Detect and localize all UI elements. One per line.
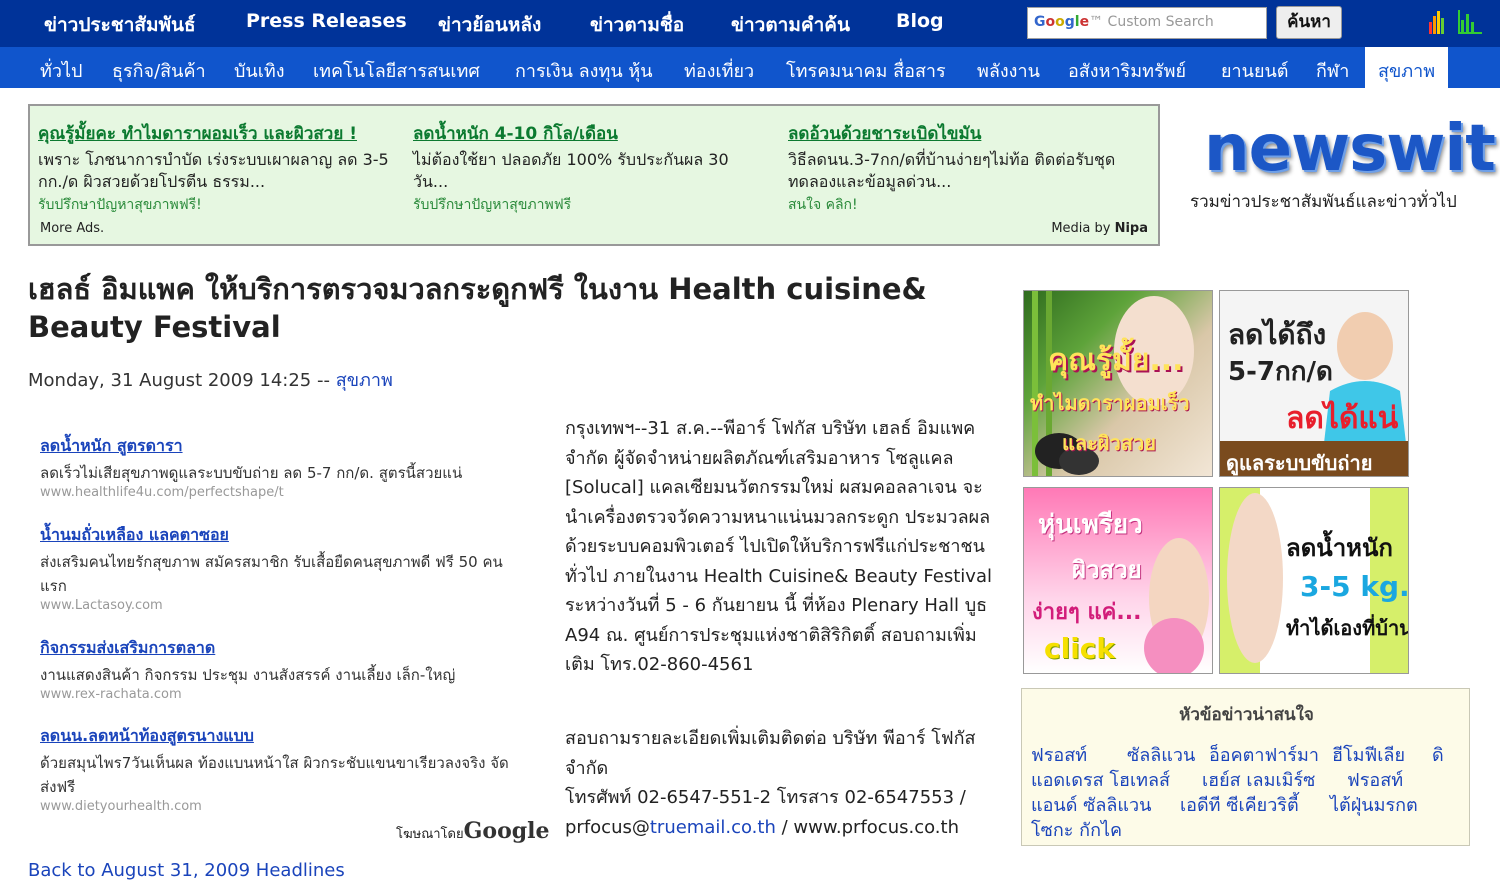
topic-link[interactable]: โซกะ กักไค xyxy=(1031,815,1122,844)
ad-item[interactable]: ลดน้ำหนัก 4-10 กิโล/เดือน ไม่ต้องใช้ยา ป… xyxy=(413,120,768,216)
ad-item[interactable]: คุณรู้มั้ยคะ ทำไมดาราผอมเร็ว และผิวสวย !… xyxy=(38,120,393,216)
text-ad-url[interactable]: www.dietyourhealth.com xyxy=(40,799,525,814)
article-category-link[interactable]: สุขภาพ xyxy=(336,370,393,391)
search-input[interactable]: Google™ Custom Search xyxy=(1027,7,1267,39)
site-tagline: รวมข่าวประชาสัมพันธ์และข่าวทั่วไป xyxy=(1190,192,1457,212)
ad-description: เพราะ โภชนาการบำบัด เร่งระบบเผาผลาญ ลด 3… xyxy=(38,150,389,191)
text-ad-description: งานแสดงสินค้า กิจกรรม ประชุม งานสังสรรค์… xyxy=(40,666,456,684)
text-ad-description: ลดเร็วไม่เสียสุขภาพดูแลระบบขับถ่าย ลด 5-… xyxy=(40,464,463,482)
banner-ad[interactable]: หุ่นเพรียว ผิวสวย ง่ายๆ แค่... click xyxy=(1023,487,1213,674)
cat-item-travel[interactable]: ท่องเที่ยว xyxy=(684,56,754,85)
text-ad-title[interactable]: น้ำนมถั่วเหลือง แลคตาซอย xyxy=(40,523,525,548)
text-ad-url[interactable]: www.healthlife4u.com/perfectshape/t xyxy=(40,485,525,500)
cat-item-health[interactable]: สุขภาพ xyxy=(1365,47,1449,88)
cat-item-entertainment[interactable]: บันเทิง xyxy=(234,56,285,85)
ad-title[interactable]: ลดอ้วนด้วยชาระเบิดไขมัน xyxy=(788,120,1143,147)
topnav-item-archive[interactable]: ข่าวย้อนหลัง xyxy=(438,10,541,40)
article-headline: เฮลธ์ อิมแพค ให้บริการตรวจมวลกระดูกฟรี ใ… xyxy=(28,272,927,344)
topnav-item-pr[interactable]: ข่าวประชาสัมพันธ์ xyxy=(44,10,196,40)
ad-subline: รับปรึกษาปัญหาสุขภาพฟรี! xyxy=(38,197,202,213)
banner-ad[interactable]: ลดน้ำหนัก 3-5 kg. ทำได้เองที่บ้าน xyxy=(1219,487,1409,674)
cat-item-finance[interactable]: การเงิน ลงทุน หุ้น xyxy=(515,56,653,85)
more-ads-link[interactable]: More Ads. xyxy=(40,221,104,236)
topnav-item-by-name[interactable]: ข่าวตามชื่อ xyxy=(590,10,684,40)
sponsored-ads-box: คุณรู้มั้ยคะ ทำไมดาราผอมเร็ว และผิวสวย !… xyxy=(28,104,1160,246)
cat-item-realestate[interactable]: อสังหาริมทรัพย์ xyxy=(1068,56,1186,85)
article-paragraph: กรุงเทพฯ--31 ส.ค.--พีอาร์ โฟกัส บริษัท เ… xyxy=(565,418,992,675)
article-dateline: Monday, 31 August 2009 14:25 -- สุขภาพ xyxy=(28,370,393,391)
ad-title[interactable]: ลดน้ำหนัก 4-10 กิโล/เดือน xyxy=(413,120,768,147)
topic-link[interactable]: ดิ xyxy=(1432,740,1444,769)
back-to-headlines-link[interactable]: Back to August 31, 2009 Headlines xyxy=(28,860,345,881)
interesting-topics-box: หัวข้อข่าวน่าสนใจ ฟรอสท์ ซัลลิแวน อ็อคตา… xyxy=(1021,688,1470,846)
ad-item[interactable]: ลดอ้วนด้วยชาระเบิดไขมัน วิธีลดนน.3-7กก/ด… xyxy=(788,120,1143,216)
ads-by-google[interactable]: โฆษณาโดยGoogle xyxy=(396,818,549,844)
text-ad-title[interactable]: ลดนน.ลดหน้าท้องสูตรนางแบบ xyxy=(40,724,525,749)
category-nav: ทั่วไป ธุรกิจ/สินค้า บันเทิง เทคโนโลยีสา… xyxy=(0,47,1500,88)
cat-item-general[interactable]: ทั่วไป xyxy=(40,56,82,85)
site-logo[interactable]: newswit xyxy=(1204,112,1496,186)
ad-title[interactable]: คุณรู้มั้ยคะ ทำไมดาราผอมเร็ว และผิวสวย ! xyxy=(38,120,393,147)
cat-item-business[interactable]: ธุรกิจ/สินค้า xyxy=(112,56,206,85)
article-contact: สอบถามรายละเอียดเพิ่มเติมติดต่อ บริษัท พ… xyxy=(565,724,995,842)
topnav-item-by-keyword[interactable]: ข่าวตามคำค้น xyxy=(731,10,850,40)
bar-chart-icon[interactable] xyxy=(1428,8,1484,34)
topnav-item-press-releases[interactable]: Press Releases xyxy=(246,10,407,32)
banner-ad[interactable]: คุณรู้มั้ย... ทำไมดาราผอมเร็ว และผิวสวย xyxy=(1023,290,1213,477)
banner-ad[interactable]: ลดได้ถึง 5-7กก/ด ลดได้แน่ ดูแลระบบขับถ่า… xyxy=(1219,290,1409,477)
cat-item-energy[interactable]: พลังงาน xyxy=(977,56,1040,85)
text-ad-description: ส่งเสริมคนไทยรักสุขภาพ สมัครสมาชิก รับเส… xyxy=(40,553,503,595)
ad-subline: สนใจ คลิก! xyxy=(788,197,858,213)
ad-description: วิธีลดนน.3-7กก/ดที่บ้านง่ายๆไม่ท้อ ติดต่… xyxy=(788,150,1116,191)
ad-description: ไม่ต้องใช้ยา ปลอดภัย 100% รับประกันผล 30… xyxy=(413,150,729,191)
search-placeholder: Google™ Custom Search xyxy=(1034,14,1214,30)
top-nav: ข่าวประชาสัมพันธ์ Press Releases ข่าวย้อ… xyxy=(0,0,1500,47)
contact-web: prfocus@truemail.co.th / www.prfocus.co.… xyxy=(565,816,959,838)
media-by[interactable]: Media by Nipa xyxy=(1051,221,1148,236)
topnav-item-blog[interactable]: Blog xyxy=(896,10,944,32)
cat-item-sport[interactable]: กีฬา xyxy=(1316,56,1349,85)
topics-title: หัวข้อข่าวน่าสนใจ xyxy=(1179,705,1314,725)
text-ad[interactable]: ลดน้ำหนัก สูตรดารา ลดเร็วไม่เสียสุขภาพดู… xyxy=(40,434,525,500)
email-link[interactable]: truemail.co.th xyxy=(650,817,776,838)
text-ad[interactable]: ลดนน.ลดหน้าท้องสูตรนางแบบ ด้วยสมุนไพร7วั… xyxy=(40,724,525,814)
text-ad-title[interactable]: ลดน้ำหนัก สูตรดารา xyxy=(40,434,525,459)
text-ad-title[interactable]: กิจกรรมส่งเสริมการตลาด xyxy=(40,636,525,661)
text-ad-url[interactable]: www.Lactasoy.com xyxy=(40,598,525,613)
cat-item-automotive[interactable]: ยานยนต์ xyxy=(1221,56,1289,85)
text-ad[interactable]: น้ำนมถั่วเหลือง แลคตาซอย ส่งเสริมคนไทยรั… xyxy=(40,523,525,613)
contact-line: สอบถามรายละเอียดเพิ่มเติมติดต่อ บริษัท พ… xyxy=(565,728,976,779)
cat-item-it[interactable]: เทคโนโลยีสารสนเทศ xyxy=(313,56,480,85)
cat-item-telecom[interactable]: โทรคมนาคม สื่อสาร xyxy=(786,56,946,85)
topic-link[interactable]: ไต้ฝุ่นมรกต xyxy=(1330,790,1418,819)
ad-subline: รับปรึกษาปัญหาสุขภาพฟรี xyxy=(413,197,572,213)
text-ad-url[interactable]: www.rex-rachata.com xyxy=(40,687,525,702)
contact-phone: โทรศัพท์ 02-6547-551-2 โทรสาร 02-6547553… xyxy=(565,787,966,808)
text-ad-description: ด้วยสมุนไพร7วันเห็นผล ท้องแบนหน้าใส ผิวก… xyxy=(40,754,509,796)
search-button[interactable]: ค้นหา xyxy=(1276,6,1342,39)
text-ad[interactable]: กิจกรรมส่งเสริมการตลาด งานแสดงสินค้า กิจ… xyxy=(40,636,525,702)
topic-link[interactable]: เอดีที ซีเคียวริตี้ xyxy=(1180,790,1299,819)
